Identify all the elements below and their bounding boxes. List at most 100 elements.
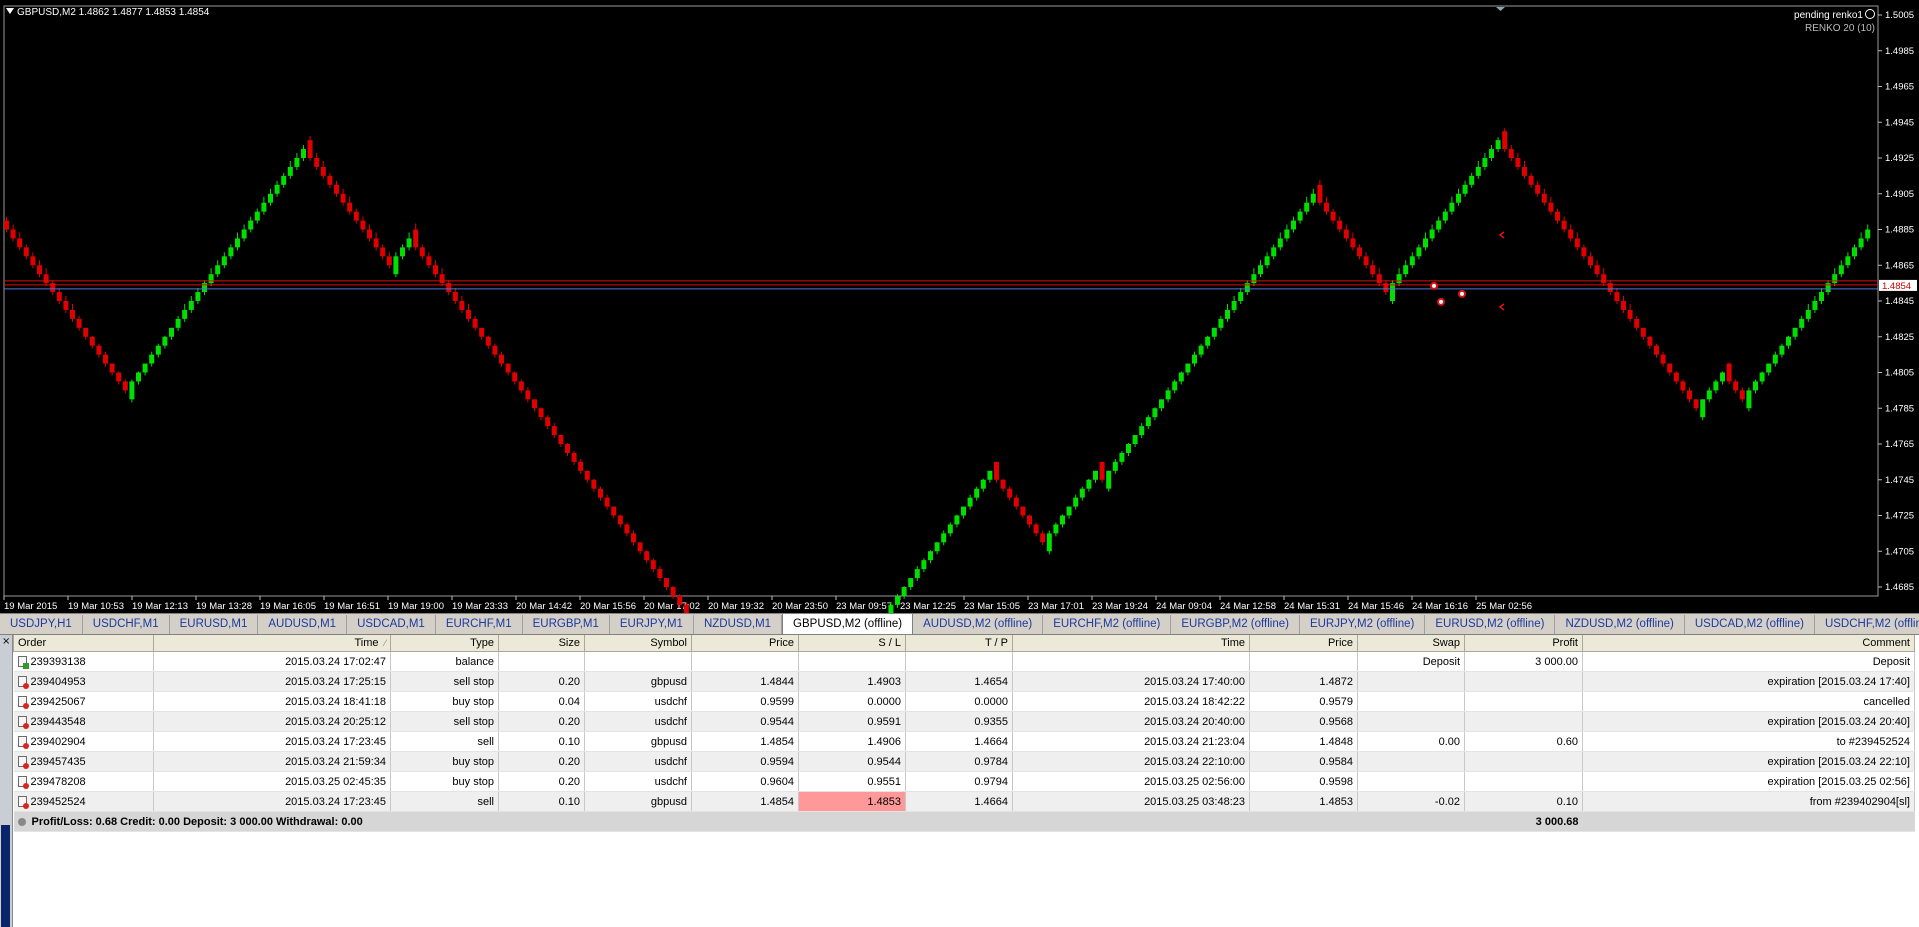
renko-brick-down (334, 184, 339, 194)
chart-tab[interactable]: GBPUSD,M2 (offline) (782, 614, 914, 634)
renko-brick-down (1007, 488, 1013, 498)
renko-brick-up (1053, 524, 1059, 534)
chart-tab[interactable]: USDCAD,M1 (347, 615, 436, 634)
col-close-time[interactable]: Time (1012, 635, 1250, 652)
renko-chart[interactable]: 1.5005 1.4985 1.4965 1.4945 1.4925 1.4905 1.48… (0, 0, 1919, 613)
chart-menu-triangle-icon[interactable] (6, 8, 14, 14)
table-row[interactable]: 239425067 2015.03.24 18:41:18 buy stop 0.04… (13, 691, 1915, 712)
renko-brick-up (1753, 381, 1758, 391)
renko-brick-down (1350, 238, 1356, 248)
chart-tab[interactable]: NZDUSD,M2 (offline) (1555, 615, 1685, 634)
cell-tp: 1.4664 (905, 791, 1013, 812)
table-row[interactable]: 239478208 2015.03.25 02:45:35 buy stop 0.20… (13, 771, 1915, 792)
cell-price: 0.9599 (691, 691, 799, 712)
renko-brick-down (571, 452, 577, 462)
indicator-circle-icon[interactable] (1865, 9, 1875, 19)
renko-brick-down (347, 202, 353, 212)
renko-brick-up (1126, 444, 1131, 453)
table-row[interactable]: 239457435 2015.03.24 21:59:34 buy stop 0.20… (13, 751, 1915, 772)
col-close-price[interactable]: Price (1249, 635, 1358, 652)
cell-comment: cancelled (1582, 691, 1915, 712)
renko-brick-down (657, 569, 663, 579)
col-time[interactable]: Time ⁄ (153, 635, 391, 652)
chart-tab[interactable]: EURUSD,M1 (170, 615, 259, 634)
table-row[interactable]: 239404953 2015.03.24 17:25:15 sell stop 0.2… (13, 671, 1915, 692)
renko-bricks (4, 128, 1871, 613)
table-row[interactable]: 239393138 2015.03.24 17:02:47 balance Depos… (13, 651, 1915, 672)
cell-time: 2015.03.24 17:23:45 (153, 791, 391, 812)
chart-tab[interactable]: USDCHF,M1 (83, 615, 170, 634)
col-price[interactable]: Price (691, 635, 799, 652)
indicator-params: RENKO 20 (10) (1804, 23, 1875, 34)
renko-brick-up (1858, 238, 1864, 248)
arrow-marker-icon (1498, 231, 1505, 239)
renko-brick-down (433, 265, 438, 275)
cell-time2: 2015.03.25 03:48:23 (1012, 791, 1250, 812)
renko-brick-up (1066, 506, 1072, 516)
renko-brick-up (1046, 533, 1052, 552)
chart-tab[interactable]: AUDUSD,M2 (offline) (913, 615, 1044, 634)
col-order[interactable]: Order (13, 635, 154, 652)
table-row[interactable]: 239402904 2015.03.24 17:23:45 sell 0.10 gbpu… (13, 731, 1915, 752)
chart-tab[interactable]: EURGBP,M2 (offline) (1171, 615, 1300, 634)
renko-brick-up (1779, 345, 1785, 355)
renko-brick-down (677, 595, 683, 605)
renko-brick-down (1574, 238, 1580, 248)
table-row[interactable]: 239452524 2015.03.24 17:23:45 sell 0.10 gbpu… (13, 791, 1915, 812)
renko-brick-up (1060, 515, 1065, 525)
renko-brick-down (340, 193, 346, 203)
col-size[interactable]: Size (498, 635, 585, 652)
renko-brick-up (1238, 292, 1244, 301)
col-type[interactable]: Type (390, 635, 499, 652)
cell-size: 0.20 (498, 751, 585, 772)
chart-tab[interactable]: EURCHF,M1 (436, 615, 523, 634)
chart-tab[interactable]: EURJPY,M2 (offline) (1300, 615, 1426, 634)
cell-order: 239452524 (13, 791, 154, 812)
renko-brick-up (1152, 408, 1158, 418)
price-tick-label: 1.4885 (1885, 225, 1914, 236)
renko-brick-down (532, 399, 537, 409)
cell-profit (1464, 671, 1583, 692)
renko-brick-up (281, 175, 287, 185)
time-tick-label: 24 Mar 15:46 (1348, 601, 1404, 612)
renko-brick-up (406, 238, 412, 248)
terminal-vertical-tab[interactable] (1, 825, 10, 927)
chart-tab[interactable]: USDCHF,M2 (offline) (1815, 615, 1919, 634)
col-tp[interactable]: T / P (905, 635, 1013, 652)
terminal-close-icon[interactable]: × (2, 637, 10, 647)
chart-tab[interactable]: AUDUSD,M1 (258, 615, 348, 634)
cell-swap: Deposit (1357, 651, 1465, 672)
renko-brick-down (512, 372, 518, 382)
chart-tab[interactable]: EURGBP,M1 (523, 615, 610, 634)
cell-sl: 0.9544 (798, 751, 906, 772)
renko-brick-up (1475, 166, 1481, 176)
chart-tab[interactable]: EURUSD,M2 (offline) (1425, 615, 1556, 634)
cell-size: 0.04 (498, 691, 585, 712)
renko-brick-up (1297, 211, 1303, 221)
col-sl[interactable]: S / L (798, 635, 906, 652)
renko-brick-down (30, 256, 36, 266)
chart-tab[interactable]: EURCHF,M2 (offline) (1043, 615, 1172, 634)
chart-panel[interactable]: 1.5005 1.4985 1.4965 1.4945 1.4925 1.4905 1.48… (0, 0, 1919, 613)
cell-swap (1357, 751, 1465, 772)
renko-brick-down (1099, 461, 1105, 480)
renko-brick-up (1456, 193, 1461, 203)
cell-type: buy stop (390, 691, 499, 712)
col-profit[interactable]: Profit (1464, 635, 1583, 652)
cell-profit: 3 000.00 (1464, 651, 1583, 672)
renko-brick-up (287, 166, 293, 176)
renko-brick-up (908, 578, 914, 587)
col-comment[interactable]: Comment (1582, 635, 1915, 652)
chart-tab[interactable]: USDJPY,H1 (0, 615, 83, 634)
col-swap[interactable]: Swap (1357, 635, 1465, 652)
chart-tab[interactable]: USDCAD,M2 (offline) (1685, 615, 1815, 634)
chart-tab[interactable]: NZDUSD,M1 (694, 615, 783, 634)
cell-comment: from #239402904[sl] (1582, 791, 1915, 812)
table-row[interactable]: 239443548 2015.03.24 20:25:12 sell stop 0.2… (13, 711, 1915, 732)
col-symbol[interactable]: Symbol (584, 635, 692, 652)
renko-brick-down (327, 175, 333, 185)
chart-tab[interactable]: EURJPY,M1 (610, 615, 694, 634)
cell-price (691, 651, 799, 672)
renko-brick-up (208, 274, 214, 284)
renko-brick-up (888, 604, 894, 613)
